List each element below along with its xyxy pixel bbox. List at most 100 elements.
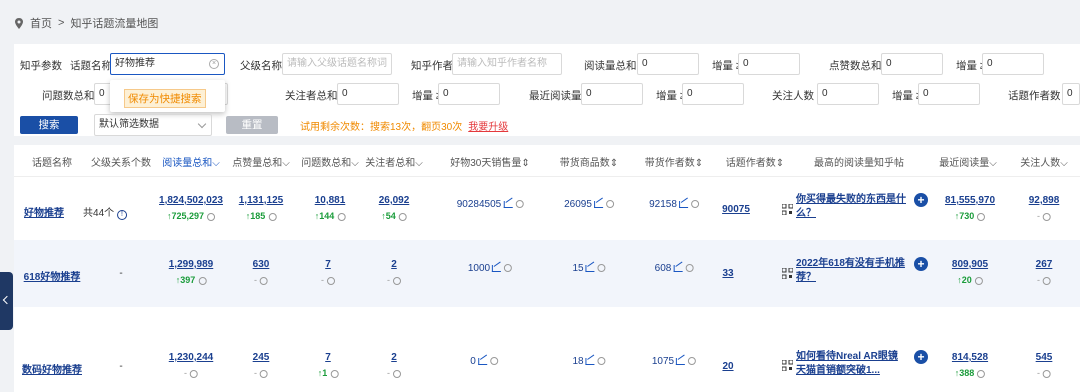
like-total-input[interactable]: 0 xyxy=(881,53,943,75)
topic-table: 话题名称 父级关系个数 阅读量总和⌵ 点赞量总和⌵ 问题数总和⌵ 关注者总和⌵ … xyxy=(14,145,1080,392)
parent-name-label: 父级名称: xyxy=(240,60,285,72)
clock-icon xyxy=(1043,212,1051,221)
header-topic-name: 话题名称 xyxy=(32,158,72,169)
qr-code-icon[interactable] xyxy=(781,359,794,372)
goods-cell[interactable]: 26095 xyxy=(564,199,614,210)
clock-icon xyxy=(974,276,983,285)
table-row: 数码好物推荐 - 1,230,244- 245- 7 ↑1 2- 0 18 107… xyxy=(14,307,1080,392)
save-search-tooltip: 保存为快捷搜索 xyxy=(110,80,225,112)
upgrade-link[interactable]: 我要升级 xyxy=(468,122,508,133)
parent-count[interactable]: 共44个 ! xyxy=(83,204,127,220)
header-read-total[interactable]: 阅读量总和⌵ xyxy=(162,154,220,169)
sellers-cell[interactable]: 92158 xyxy=(649,199,699,210)
clock-icon xyxy=(260,369,268,378)
topic-name-link[interactable]: 618好物推荐 xyxy=(24,268,81,283)
sellers-cell[interactable]: 608 xyxy=(655,263,694,274)
top-post-link[interactable]: 2022年618有没有手机推荐？ xyxy=(796,257,906,285)
clock-icon xyxy=(393,276,401,285)
sellers-cell[interactable]: 1075 xyxy=(652,356,697,367)
fans-cell: 92,898- xyxy=(1028,195,1060,221)
like-total-cell: 1,131,125 ↑185 xyxy=(238,195,284,221)
goods-cell[interactable]: 15 xyxy=(572,263,606,274)
authors-link[interactable]: 20 xyxy=(722,361,733,372)
clock-icon xyxy=(605,200,614,209)
clock-icon xyxy=(1043,369,1051,378)
recent-read-input[interactable]: 0 xyxy=(581,83,643,105)
save-search-link[interactable]: 保存为快捷搜索 xyxy=(124,89,206,108)
parent-count: - xyxy=(119,268,123,279)
header-question-total[interactable]: 问题数总和⌵ xyxy=(301,154,359,169)
clear-icon[interactable]: × xyxy=(209,59,219,69)
author-input[interactable]: 请输入知乎作者名称 xyxy=(452,53,562,75)
header-sellers[interactable]: 带货作者数⇕ xyxy=(645,154,703,169)
recent-read-cell: 809,905 ↑20 xyxy=(951,259,989,285)
follow-total-cell: 26,092 ↑54 xyxy=(378,195,410,221)
header-authors[interactable]: 话题作者数⇕ xyxy=(726,154,784,169)
search-button[interactable]: 搜索 xyxy=(20,116,78,134)
read-total-input[interactable]: 0 xyxy=(637,53,699,75)
sidebar-collapse-handle[interactable] xyxy=(0,272,13,330)
trend-chart-icon xyxy=(477,357,487,365)
authors-link[interactable]: 90075 xyxy=(722,204,750,215)
clock-icon xyxy=(207,212,216,221)
info-icon[interactable]: ! xyxy=(116,210,127,220)
followers-input[interactable]: 0 xyxy=(817,83,879,105)
sales-cell[interactable]: 0 xyxy=(470,356,498,367)
breadcrumb-separator: > xyxy=(58,17,65,29)
header-like-total[interactable]: 点赞量总和⌵ xyxy=(232,154,290,169)
authors-link[interactable]: 33 xyxy=(722,268,733,279)
authors-input[interactable]: 0 xyxy=(1062,83,1080,105)
topic-name-link[interactable]: 数码好物推荐 xyxy=(22,361,82,376)
sales-cell[interactable]: 90284505 xyxy=(457,199,524,210)
sales-cell[interactable]: 1000 xyxy=(468,263,513,274)
followers-inc-input[interactable]: 0 xyxy=(918,83,980,105)
goods-cell[interactable]: 18 xyxy=(572,356,606,367)
read-total-label: 阅读量总和 ≥ xyxy=(584,60,646,72)
trend-chart-icon xyxy=(585,264,595,272)
like-total-cell: 630- xyxy=(252,259,270,285)
follow-total-cell: 2- xyxy=(387,259,401,285)
follow-total-input[interactable]: 0 xyxy=(337,83,399,105)
read-total-cell: 1,299,989 ↑397 xyxy=(168,259,214,285)
parent-count: - xyxy=(119,361,123,372)
top-post-link[interactable]: 如何看待Nreal AR眼镜天猫首销额突破1... xyxy=(796,350,906,378)
top-post-link[interactable]: 你买得最失败的东西是什么？ xyxy=(796,193,906,221)
chevron-down-icon xyxy=(197,119,207,129)
default-filter-select[interactable]: 默认筛选数据 xyxy=(94,114,212,136)
qr-code-icon[interactable] xyxy=(781,267,794,280)
recent-inc-input[interactable]: 0 xyxy=(682,83,744,105)
read-total-cell: 1,824,502,023 ↑725,297 xyxy=(159,195,223,221)
parent-name-input[interactable]: 请输入父级话题名称词 xyxy=(282,53,392,75)
add-icon[interactable]: + xyxy=(914,193,928,207)
header-follow-total[interactable]: 关注者总和⌵ xyxy=(365,154,423,169)
header-fans[interactable]: 关注人数⌵ xyxy=(1020,154,1068,169)
header-sales[interactable]: 好物30天销售量⇕ xyxy=(450,154,530,169)
breadcrumb-home[interactable]: 首页 xyxy=(30,15,52,31)
filter-panel: 知乎参数 话题名称: 好物推荐 × 父级名称: 请输入父级话题名称词 知乎作者: … xyxy=(14,44,1080,136)
header-recent-read[interactable]: 最近阅读量⌵ xyxy=(939,154,997,169)
clock-icon xyxy=(688,357,697,366)
question-total-cell: 10,881 ↑144 xyxy=(314,195,346,221)
follow-inc-input[interactable]: 0 xyxy=(438,83,500,105)
clock-icon xyxy=(977,369,986,378)
topic-name-input[interactable]: 好物推荐 × xyxy=(110,53,225,75)
read-inc-input[interactable]: 0 xyxy=(738,53,800,75)
table-row: 好物推荐 共44个 ! 1,824,502,023 ↑725,297 1,131,… xyxy=(14,177,1080,240)
question-total-cell: 7- xyxy=(321,259,335,285)
trend-chart-icon xyxy=(492,264,502,272)
add-icon[interactable]: + xyxy=(914,257,928,271)
qr-code-icon[interactable] xyxy=(781,203,794,216)
topic-name-link[interactable]: 好物推荐 xyxy=(24,204,64,219)
like-inc-input[interactable]: 0 xyxy=(982,53,1044,75)
clock-icon xyxy=(268,212,277,221)
trend-chart-icon xyxy=(585,357,595,365)
recent-read-cell: 814,528 ↑388 xyxy=(951,352,989,378)
fans-cell: 545- xyxy=(1035,352,1053,378)
trial-info: 试用剩余次数：搜索13次，翻页30次 我要升级 xyxy=(300,122,509,133)
trend-chart-icon xyxy=(676,357,686,365)
add-icon[interactable]: + xyxy=(914,350,928,364)
clock-icon xyxy=(597,264,606,273)
header-goods[interactable]: 带货商品数⇕ xyxy=(560,154,618,169)
clock-icon xyxy=(198,276,207,285)
reset-button[interactable]: 重置 xyxy=(226,116,278,134)
